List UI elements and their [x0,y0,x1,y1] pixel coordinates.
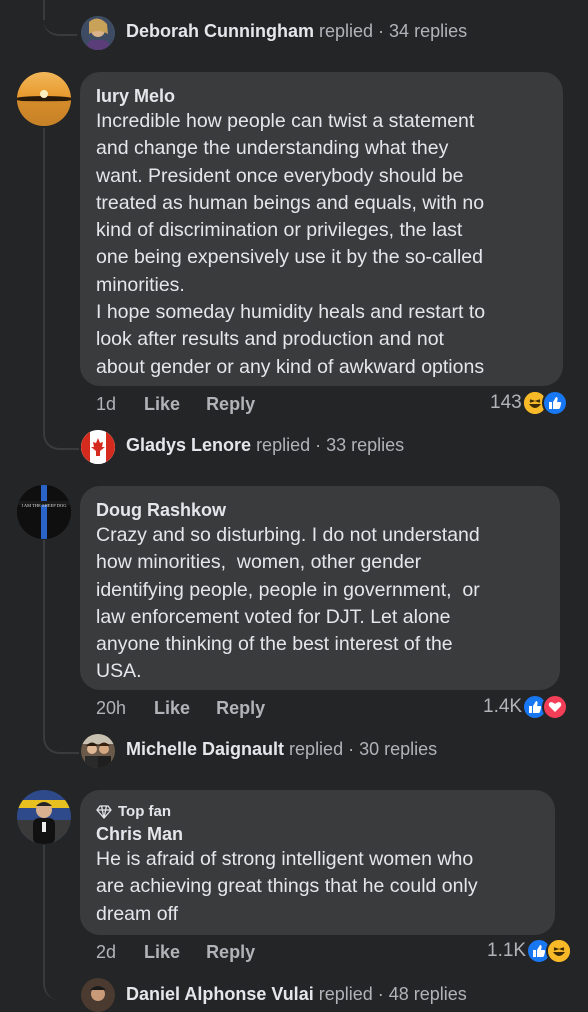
avatar[interactable] [81,430,115,464]
comment-author[interactable]: Chris Man [96,822,539,846]
comment-bubble: Iury Melo Incredible how people can twis… [80,72,563,386]
reply-button[interactable]: Reply [206,942,255,962]
comment-actions: 2d Like Reply [96,942,281,963]
comment-time: 20h [96,698,127,718]
thread-line [43,845,45,975]
avatar[interactable] [81,978,115,1012]
avatar[interactable] [81,16,115,50]
badge-label: Top fan [118,803,172,820]
reaction-summary[interactable]: 1.4K [483,694,569,720]
comment-bubble: Doug Rashkow Crazy and so disturbing. I … [80,486,560,690]
like-button[interactable]: Like [144,942,180,962]
reaction-count: 1.1K [487,940,527,961]
top-fan-badge: Top fan [96,802,539,822]
reaction-count: 1.4K [483,696,523,717]
like-icon [541,390,568,416]
reply-author-name[interactable]: Deborah Cunningham [126,21,314,41]
avatar[interactable]: I AM THE SHEEP DOG [17,485,71,539]
replies-row[interactable]: Daniel Alphonse Vulai replied · 48 repli… [126,984,467,1005]
comment-time: 2d [96,942,117,962]
reaction-summary[interactable]: 1.1K [487,938,573,964]
reply-count: replied · 30 replies [289,739,438,759]
comment-bubble: Top fan Chris Man He is afraid of strong… [80,790,555,935]
like-button[interactable]: Like [144,394,180,414]
reaction-summary[interactable]: 143 [490,390,568,416]
like-button[interactable]: Like [154,698,190,718]
reply-author-name[interactable]: Michelle Daignault [126,739,284,759]
thread-line [43,128,45,418]
replies-row[interactable]: Deborah Cunningham replied · 34 replies [126,21,467,42]
reply-count: replied · 33 replies [256,435,405,455]
comment-text: Crazy and so disturbing. I do not unders… [96,524,480,683]
reply-author-name[interactable]: Daniel Alphonse Vulai [126,984,314,1004]
diamond-icon [96,805,112,819]
comment-actions: 1d Like Reply [96,394,281,415]
comment-author[interactable]: Iury Melo [96,84,547,108]
thread-connector [43,0,77,36]
replies-row[interactable]: Gladys Lenore replied · 33 replies [126,435,404,456]
comment-actions: 20h Like Reply [96,698,291,719]
reaction-count: 143 [490,392,522,413]
thread-connector [43,722,79,754]
comment-text: Incredible how people can twist a statem… [96,110,486,378]
comment-text: He is afraid of strong intelligent women… [96,848,478,925]
avatar-caption: I AM THE SHEEP DOG [21,503,67,508]
reply-count: replied · 48 replies [318,984,467,1004]
thread-connector [43,972,79,1000]
avatar[interactable] [81,734,115,768]
love-icon [542,694,569,720]
reply-button[interactable]: Reply [216,698,265,718]
reply-count: replied · 34 replies [319,21,468,41]
haha-icon [546,938,573,964]
avatar[interactable] [17,790,71,844]
reply-button[interactable]: Reply [206,394,255,414]
thread-line [43,540,45,723]
avatar[interactable] [17,72,71,126]
reply-author-name[interactable]: Gladys Lenore [126,435,251,455]
comment-time: 1d [96,394,117,414]
thread-connector [43,418,79,450]
replies-row[interactable]: Michelle Daignault replied · 30 replies [126,739,437,760]
comment-author[interactable]: Doug Rashkow [96,498,544,522]
